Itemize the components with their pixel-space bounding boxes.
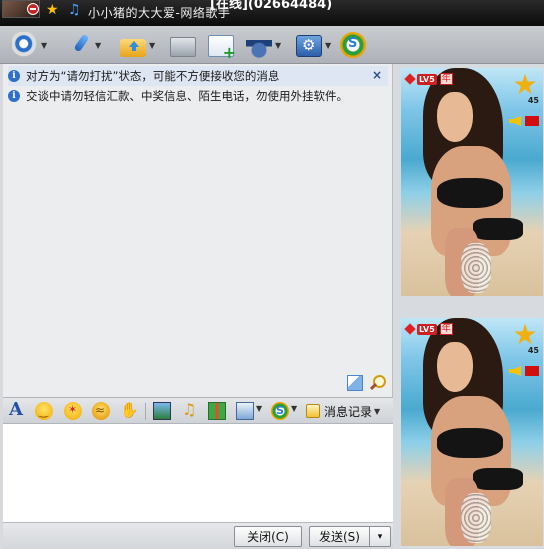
- star-icon: ★: [512, 68, 538, 101]
- chevron-down-icon[interactable]: ▼: [149, 41, 155, 50]
- star-count: 45: [527, 96, 539, 105]
- chevron-down-icon[interactable]: ▼: [325, 41, 331, 50]
- chevron-down-icon[interactable]: ▼: [291, 404, 299, 422]
- chevron-down-icon[interactable]: ▼: [256, 404, 264, 422]
- send-button[interactable]: 发送(S): [309, 526, 369, 547]
- contact-avatar[interactable]: [2, 0, 40, 18]
- magic-emoji-icon[interactable]: [64, 402, 82, 420]
- safety-notice-text: 交谈中请勿轻信汇款、中奖信息、陌生电话，勿使用外挂软件。: [26, 89, 348, 103]
- music-icon[interactable]: [181, 400, 199, 420]
- star-icon: ★: [512, 318, 538, 351]
- toolbar-divider: [145, 403, 146, 420]
- message-input[interactable]: [3, 424, 393, 522]
- soso-icon: [340, 32, 366, 58]
- title-bar: ★ ♫ [在线](02664484) 小小猪的大大爱-网络歌手: [0, 0, 544, 26]
- send-file-button[interactable]: ▼: [120, 31, 155, 59]
- speaker-icon[interactable]: [509, 366, 521, 376]
- level-badge: LV5 年: [404, 323, 453, 335]
- font-button[interactable]: A: [9, 399, 27, 420]
- speaker-icon[interactable]: [509, 116, 521, 126]
- dnd-notice-text: 对方为“请勿打扰”状态，可能不方便接收您的消息: [26, 69, 280, 83]
- message-history-area[interactable]: i 对方为“请勿打扰”状态，可能不方便接收您的消息 × i 交谈中请勿轻信汇款、…: [3, 64, 393, 397]
- do-not-disturb-icon: [27, 3, 39, 15]
- chat-toolbar: ▼ ▼ ▼ ▼ ▼: [0, 26, 544, 64]
- flag-icon[interactable]: [525, 366, 539, 376]
- info-icon: i: [8, 90, 20, 102]
- year-badge: 年: [439, 73, 453, 85]
- music-note-icon[interactable]: ♫: [68, 2, 81, 18]
- voice-call-button[interactable]: ▼: [66, 31, 101, 59]
- my-show-photo[interactable]: LV5 年 ★ 45: [401, 318, 543, 546]
- chevron-down-icon[interactable]: ▼: [275, 41, 281, 50]
- settings-button[interactable]: ▼: [296, 31, 331, 59]
- gear-icon: [296, 35, 322, 57]
- send-image-icon[interactable]: [153, 402, 171, 420]
- microphone-icon: [66, 32, 92, 58]
- level-text: LV5: [417, 73, 437, 85]
- year-badge: 年: [439, 323, 453, 335]
- soso-button[interactable]: [340, 31, 366, 59]
- expand-icon[interactable]: [347, 375, 363, 391]
- magnifier-icon[interactable]: [369, 374, 386, 390]
- hand-icon[interactable]: [120, 401, 139, 420]
- graduation-cap-icon: [246, 32, 272, 58]
- contact-show-photo[interactable]: LV5 年 ★ 45: [401, 68, 543, 296]
- history-icon: [306, 404, 320, 418]
- level-text: LV5: [417, 323, 437, 335]
- chevron-down-icon: ▼: [374, 406, 381, 416]
- contact-signature: 小小猪的大大爱-网络歌手: [88, 6, 231, 20]
- window-shake-icon[interactable]: [92, 402, 110, 420]
- video-call-button[interactable]: ▼: [12, 31, 47, 59]
- level-badge: LV5 年: [404, 73, 453, 85]
- input-toolbar: A ▼ ▼ 消息记录 ▼: [3, 397, 393, 424]
- info-icon: i: [8, 70, 20, 82]
- star-icon: ★: [46, 2, 59, 18]
- profile-panel: LV5 年 ★ 45 LV5 年 ★ 45: [393, 64, 544, 549]
- folder-upload-icon: [120, 39, 146, 57]
- close-icon[interactable]: ×: [372, 68, 382, 82]
- chevron-down-icon[interactable]: ▼: [95, 41, 101, 50]
- create-group-button[interactable]: [208, 31, 236, 62]
- screenshot-icon[interactable]: [236, 402, 254, 420]
- chevron-down-icon[interactable]: ▼: [41, 41, 47, 50]
- video-call-icon: [12, 32, 38, 58]
- monitor-icon: [170, 37, 196, 57]
- message-history-label: 消息记录: [324, 404, 373, 419]
- soso-icon[interactable]: [271, 402, 289, 420]
- safety-notice: i 交谈中请勿轻信汇款、中奖信息、陌生电话，勿使用外挂软件。: [8, 86, 348, 106]
- apps-button[interactable]: ▼: [246, 31, 281, 59]
- flag-icon[interactable]: [525, 116, 539, 126]
- star-count: 45: [527, 346, 539, 355]
- gift-icon[interactable]: [208, 402, 226, 420]
- dnd-notice: i 对方为“请勿打扰”状态，可能不方便接收您的消息 ×: [8, 66, 388, 86]
- add-note-icon: [208, 35, 236, 62]
- bottom-bar: 关闭(C) 发送(S) ▾: [3, 522, 393, 549]
- diamond-icon: [404, 323, 416, 335]
- remote-desktop-button[interactable]: [170, 31, 196, 59]
- emoji-icon[interactable]: [35, 402, 53, 420]
- diamond-icon: [404, 73, 416, 85]
- close-button[interactable]: 关闭(C): [234, 526, 302, 547]
- send-options-button[interactable]: ▾: [369, 526, 391, 547]
- message-history-button[interactable]: 消息记录 ▼: [306, 401, 380, 421]
